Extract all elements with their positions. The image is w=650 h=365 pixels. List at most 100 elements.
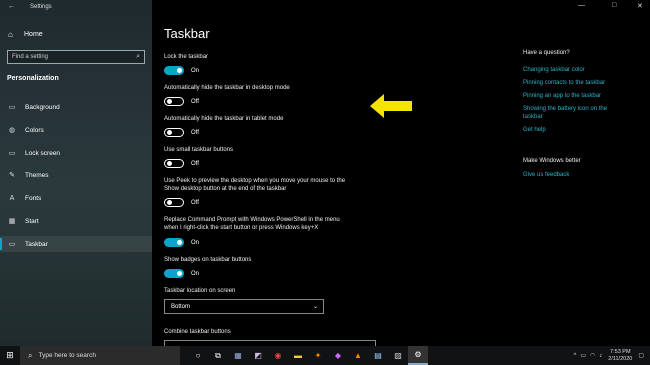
app-icon[interactable]: ▦: [228, 346, 248, 365]
palette-icon: ◍: [8, 127, 16, 134]
toggle-state: Off: [191, 160, 199, 167]
toggle-switch[interactable]: [164, 159, 184, 168]
settings-gear-icon[interactable]: ⚙: [408, 346, 428, 365]
chevron-up-icon[interactable]: ^: [574, 353, 577, 359]
autohide-tablet-toggle[interactable]: Off: [164, 128, 199, 137]
sidebar: ← Settings ⌂ Home Find a setting ⌕ Perso…: [0, 0, 152, 346]
cortana-icon[interactable]: ○: [188, 346, 208, 365]
sidebar-item-lock-screen[interactable]: ▭ Lock screen: [0, 145, 152, 161]
help-heading: Have a question?: [523, 50, 570, 56]
start-icon: ▦: [8, 218, 16, 225]
wifi-icon[interactable]: ◠: [590, 352, 595, 359]
setting-label: Show badges on taskbar buttons: [164, 257, 252, 263]
task-view-icon[interactable]: ⧉: [208, 346, 228, 365]
feedback-heading: Make Windows better: [523, 158, 581, 164]
toggle-state: Off: [191, 199, 199, 206]
setting-label: Automatically hide the taskbar in deskto…: [164, 85, 290, 91]
badges-toggle[interactable]: On: [164, 269, 199, 278]
toggle-switch[interactable]: [164, 66, 184, 75]
small-buttons-toggle[interactable]: Off: [164, 159, 199, 168]
app-icon[interactable]: ◆: [328, 346, 348, 365]
page-title: Taskbar: [164, 26, 210, 41]
setting-label-line2: Show desktop button at the end of the ta…: [164, 186, 287, 192]
toggle-switch[interactable]: [164, 198, 184, 207]
chrome-icon[interactable]: ◉: [268, 346, 288, 365]
autohide-desktop-toggle[interactable]: Off: [164, 97, 199, 106]
font-icon: A: [9, 194, 15, 202]
windows-start-icon[interactable]: ⊞: [0, 350, 20, 361]
clock[interactable]: 7:53 PM 2/11/2020: [608, 349, 632, 363]
toggle-state: On: [191, 270, 200, 277]
sidebar-item-label: Colors: [25, 126, 44, 134]
sidebar-item-label: Lock screen: [25, 149, 61, 157]
search-placeholder: Find a setting: [12, 54, 49, 60]
minimize-icon[interactable]: —: [578, 2, 585, 9]
photos-icon[interactable]: ◩: [248, 346, 268, 365]
toggle-switch[interactable]: [164, 128, 184, 137]
section-heading: Personalization: [7, 75, 59, 82]
sidebar-item-fonts[interactable]: A Fonts: [0, 190, 152, 206]
toggle-state: Off: [191, 129, 199, 136]
help-link-battery-line2[interactable]: taskbar: [523, 113, 543, 122]
toggle-state: On: [191, 239, 200, 246]
toggle-switch[interactable]: [164, 238, 184, 247]
photos-app-icon[interactable]: ▨: [388, 346, 408, 365]
sidebar-item-taskbar[interactable]: ▭ Taskbar: [0, 236, 152, 252]
toggle-switch[interactable]: [164, 269, 184, 278]
powershell-toggle[interactable]: On: [164, 238, 199, 247]
sidebar-item-background[interactable]: ▭ Background: [0, 99, 152, 115]
volume-icon[interactable]: ♪: [599, 353, 602, 359]
windows-taskbar: ⊞ ⌕ Type here to search ○ ⧉ ▦ ◩ ◉ ▬ ✦ ◆ …: [0, 346, 650, 365]
peek-toggle[interactable]: Off: [164, 198, 199, 207]
time: 7:53 PM: [610, 348, 631, 355]
sidebar-item-themes[interactable]: ✎ Themes: [0, 167, 152, 183]
sidebar-item-colors[interactable]: ◍ Colors: [0, 122, 152, 138]
sidebar-item-label: Background: [25, 103, 60, 111]
home-link[interactable]: ⌂ Home: [8, 30, 43, 39]
help-link[interactable]: Pinning an app to the taskbar: [523, 92, 601, 101]
sidebar-item-start[interactable]: ▦ Start: [0, 213, 152, 229]
taskbar-search-box[interactable]: ⌕ Type here to search: [20, 346, 180, 365]
picture-icon: ▭: [8, 104, 16, 111]
app-icon[interactable]: ✦: [308, 346, 328, 365]
app-icon[interactable]: ▤: [368, 346, 388, 365]
toggle-state: On: [191, 67, 200, 74]
file-explorer-icon[interactable]: ▬: [288, 346, 308, 365]
get-help-link[interactable]: Get help: [523, 126, 546, 135]
sidebar-item-label: Taskbar: [25, 240, 48, 248]
yellow-arrow-icon: [370, 94, 412, 118]
date: 2/11/2020: [608, 355, 633, 362]
main-panel: Taskbar Lock the taskbar On Automaticall…: [152, 0, 650, 350]
help-link[interactable]: Changing taskbar color: [523, 66, 585, 75]
setting-label: Use small taskbar buttons: [164, 147, 234, 153]
battery-icon[interactable]: ▭: [580, 352, 586, 359]
chevron-down-icon: ⌄: [312, 304, 318, 310]
window-title: Settings: [30, 4, 52, 10]
find-setting-input[interactable]: Find a setting ⌕: [7, 50, 145, 64]
close-icon[interactable]: ✕: [637, 2, 643, 10]
lock-taskbar-toggle[interactable]: On: [164, 66, 199, 75]
setting-label: Automatically hide the taskbar in tablet…: [164, 116, 284, 122]
combine-label: Combine taskbar buttons: [164, 329, 231, 335]
taskbar-search-placeholder: Type here to search: [38, 352, 96, 359]
vlc-icon[interactable]: ▲: [348, 346, 368, 365]
search-icon: ⌕: [28, 350, 33, 360]
search-icon: ⌕: [136, 53, 140, 60]
taskbar-location-dropdown[interactable]: Bottom ⌄: [164, 299, 324, 314]
system-tray: ^ ▭ ◠ ♪ 7:53 PM 2/11/2020 ▢: [574, 346, 644, 365]
sidebar-item-label: Start: [25, 217, 39, 225]
maximize-icon[interactable]: □: [612, 2, 616, 9]
location-label: Taskbar location on screen: [164, 288, 236, 294]
home-icon: ⌂: [8, 30, 13, 39]
feedback-link[interactable]: Give us feedback: [523, 171, 569, 180]
back-arrow-icon[interactable]: ←: [8, 3, 15, 10]
notification-icon[interactable]: ▢: [638, 352, 644, 359]
home-label: Home: [24, 31, 43, 38]
taskbar-icon: ▭: [8, 241, 16, 248]
toggle-switch[interactable]: [164, 97, 184, 106]
setting-label-line2: when I right-click the start button or p…: [164, 225, 319, 231]
toggle-state: Off: [191, 98, 199, 105]
monitor-icon: ▭: [8, 150, 16, 157]
help-link[interactable]: Pinning contacts to the taskbar: [523, 79, 605, 88]
dropdown-value: Bottom: [171, 304, 191, 310]
